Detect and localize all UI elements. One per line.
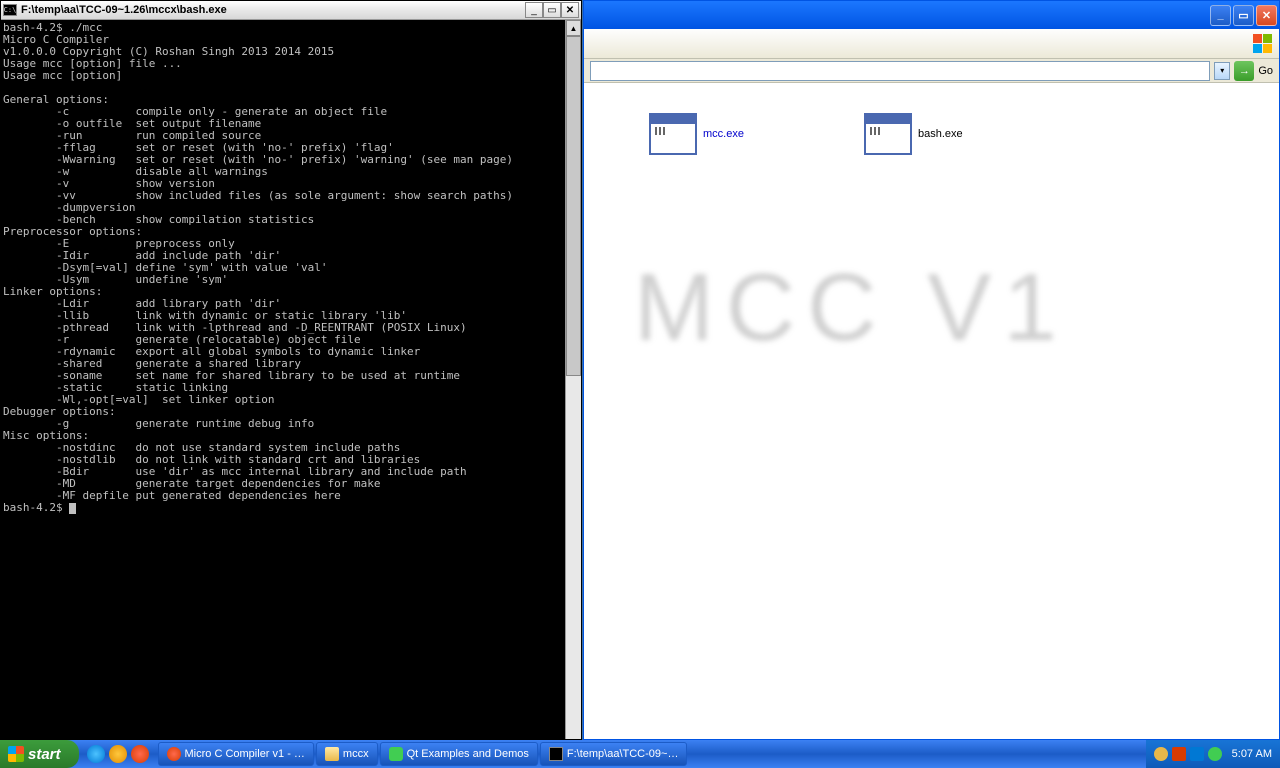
minimize-button[interactable]: _	[525, 2, 543, 18]
exe-icon	[864, 113, 912, 155]
explorer-maximize-button[interactable]: ▭	[1233, 5, 1254, 26]
task-label: Micro C Compiler v1 - …	[185, 748, 305, 760]
tray-status-icon[interactable]	[1208, 747, 1222, 761]
task-label: mccx	[343, 748, 369, 760]
desktop: C:\ F:\temp\aa\TCC-09~1.26\mccx\bash.exe…	[0, 0, 1280, 740]
terminal-body[interactable]: bash-4.2$ ./mcc Micro C Compiler v1.0.0.…	[1, 20, 581, 739]
task-firefox[interactable]: Micro C Compiler v1 - …	[158, 742, 314, 766]
task-qt[interactable]: Qt Examples and Demos	[380, 742, 538, 766]
address-input[interactable]	[590, 61, 1210, 81]
firefox-task-icon	[167, 747, 181, 761]
terminal-titlebar[interactable]: C:\ F:\temp\aa\TCC-09~1.26\mccx\bash.exe…	[1, 1, 581, 20]
maximize-button[interactable]: ▭	[543, 2, 561, 18]
chrome-icon[interactable]	[109, 745, 127, 763]
taskbar-clock[interactable]: 5:07 AM	[1232, 748, 1272, 760]
address-dropdown-button[interactable]: ▾	[1214, 62, 1230, 80]
windows-flag-icon	[1253, 34, 1273, 54]
start-label: start	[28, 746, 61, 763]
task-label: Qt Examples and Demos	[407, 748, 529, 760]
ie-icon[interactable]	[87, 745, 105, 763]
task-label: F:\temp\aa\TCC-09~…	[567, 748, 679, 760]
tray-app-icon[interactable]	[1172, 747, 1186, 761]
quick-launch	[79, 745, 157, 763]
tray-network-icon[interactable]	[1190, 747, 1204, 761]
qt-task-icon	[389, 747, 403, 761]
file-label: mcc.exe	[703, 128, 744, 140]
watermark-text: MCC V1	[634, 253, 1069, 363]
file-label: bash.exe	[918, 128, 963, 140]
explorer-content[interactable]: mcc.exe bash.exe MCC V1	[584, 83, 1279, 739]
tray-shield-icon[interactable]	[1154, 747, 1168, 761]
go-button[interactable]: →	[1234, 61, 1254, 81]
task-cmd[interactable]: F:\temp\aa\TCC-09~…	[540, 742, 688, 766]
file-mcc-exe[interactable]: mcc.exe	[649, 113, 744, 155]
cmd-task-icon	[549, 747, 563, 761]
cmd-icon: C:\	[3, 4, 17, 16]
terminal-scrollbar[interactable]: ▲	[565, 20, 581, 739]
go-label: Go	[1258, 65, 1273, 77]
taskbar: start Micro C Compiler v1 - … mccx Qt Ex…	[0, 740, 1280, 768]
scroll-up-arrow[interactable]: ▲	[566, 20, 581, 36]
task-explorer-folder[interactable]: mccx	[316, 742, 378, 766]
explorer-titlebar[interactable]: _ ▭ ✕	[584, 1, 1279, 29]
start-button[interactable]: start	[0, 740, 79, 768]
exe-icon	[649, 113, 697, 155]
explorer-address-bar: ▾ → Go	[584, 59, 1279, 83]
explorer-minimize-button[interactable]: _	[1210, 5, 1231, 26]
system-tray: 5:07 AM	[1146, 740, 1280, 768]
explorer-window: _ ▭ ✕ ▾ → Go mcc.exe bash.exe MCC V1	[583, 0, 1280, 740]
terminal-cursor	[69, 503, 76, 514]
folder-task-icon	[325, 747, 339, 761]
close-button[interactable]: ✕	[561, 2, 579, 18]
firefox-icon[interactable]	[131, 745, 149, 763]
explorer-toolbar	[584, 29, 1279, 59]
start-flag-icon	[8, 746, 24, 762]
terminal-window: C:\ F:\temp\aa\TCC-09~1.26\mccx\bash.exe…	[0, 0, 582, 740]
explorer-close-button[interactable]: ✕	[1256, 5, 1277, 26]
terminal-title: F:\temp\aa\TCC-09~1.26\mccx\bash.exe	[21, 4, 525, 16]
scroll-thumb[interactable]	[566, 36, 581, 376]
file-bash-exe[interactable]: bash.exe	[864, 113, 963, 155]
